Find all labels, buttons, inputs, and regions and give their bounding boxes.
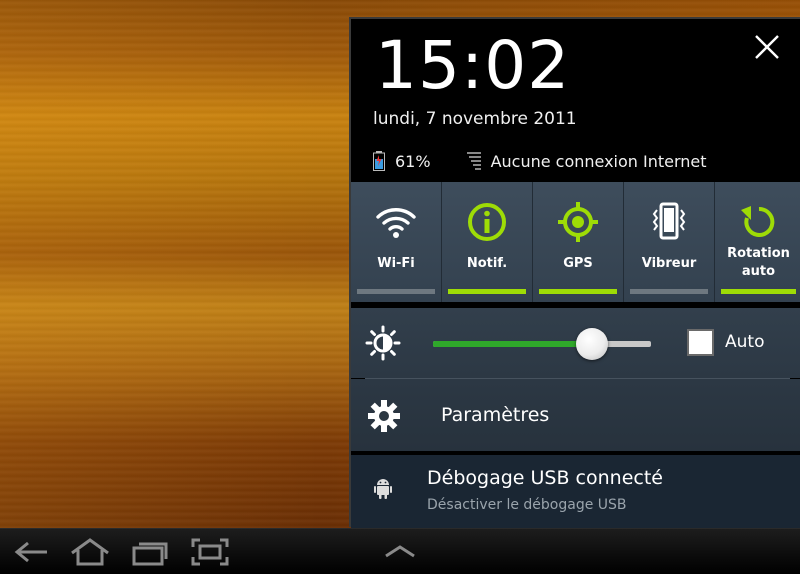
gps-icon (558, 202, 598, 242)
gear-icon (368, 400, 400, 432)
home-icon (71, 538, 109, 566)
notification-panel: 15:02 lundi, 7 novembre 2011 61% Aucune … (349, 17, 800, 529)
quick-toggle-label: Notif. (466, 256, 508, 271)
quick-toggle-label-line2: auto (741, 264, 776, 279)
back-button[interactable] (12, 537, 52, 567)
date: lundi, 7 novembre 2011 (373, 109, 577, 129)
rotation-icon (740, 206, 774, 237)
quick-toggle-label: Wi-Fi (377, 256, 415, 271)
network-status: Aucune connexion Internet (490, 151, 707, 171)
auto-brightness-checkbox[interactable] (687, 329, 714, 356)
quick-toggle-notifications[interactable]: Notif. (442, 182, 533, 302)
vibrate-icon (652, 202, 686, 240)
recent-apps-button[interactable] (130, 537, 170, 567)
battery-level: 61% (395, 151, 431, 171)
wifi-icon (376, 208, 416, 238)
quick-settings: Wi-Fi Notif. GPS Vibreur Rotation auto (351, 182, 800, 302)
screenshot-button[interactable] (190, 537, 230, 567)
brightness-icon (365, 325, 401, 361)
quick-toggle-rotation[interactable]: Rotation auto (715, 182, 800, 302)
close-button[interactable] (751, 31, 783, 63)
close-icon (755, 35, 779, 59)
quick-toggle-wifi[interactable]: Wi-Fi (351, 182, 442, 302)
quick-toggle-indicator (448, 289, 526, 294)
quick-toggle-label: Vibreur (641, 256, 697, 271)
quick-toggle-indicator (721, 289, 796, 294)
quick-toggle-indicator (630, 289, 708, 294)
usb-debugging-subtitle: Désactiver le débogage USB (427, 497, 627, 513)
settings-label: Paramètres (441, 404, 550, 426)
clock: 15:02 (375, 27, 571, 104)
no-signal-icon (466, 152, 481, 170)
brightness-slider-fill (433, 341, 593, 347)
info-icon (468, 203, 506, 241)
brightness-row: Auto (351, 308, 800, 378)
quick-toggle-label: GPS (563, 256, 593, 271)
recent-apps-icon (132, 542, 168, 566)
quick-toggle-indicator (357, 289, 435, 294)
system-bar (0, 528, 800, 574)
expand-notifications-button[interactable] (380, 537, 420, 567)
auto-brightness-label: Auto (725, 332, 765, 352)
android-icon (374, 479, 392, 499)
quick-toggle-label: Rotation (727, 246, 790, 261)
settings-button[interactable]: Paramètres (351, 379, 800, 451)
screenshot-icon (191, 538, 229, 566)
battery-icon (373, 151, 385, 171)
usb-debugging-title: Débogage USB connecté (427, 467, 663, 489)
quick-toggle-gps[interactable]: GPS (533, 182, 624, 302)
home-button[interactable] (70, 537, 110, 567)
quick-toggle-indicator (539, 289, 617, 294)
brightness-slider-thumb[interactable] (576, 328, 609, 360)
back-icon (14, 541, 47, 563)
usb-debugging-notification[interactable]: Débogage USB connecté Désactiver le débo… (351, 455, 800, 529)
brightness-slider[interactable] (433, 328, 651, 360)
status-row: 61% Aucune connexion Internet (373, 150, 707, 172)
chevron-up-icon (385, 545, 415, 558)
quick-toggle-vibrate[interactable]: Vibreur (624, 182, 715, 302)
